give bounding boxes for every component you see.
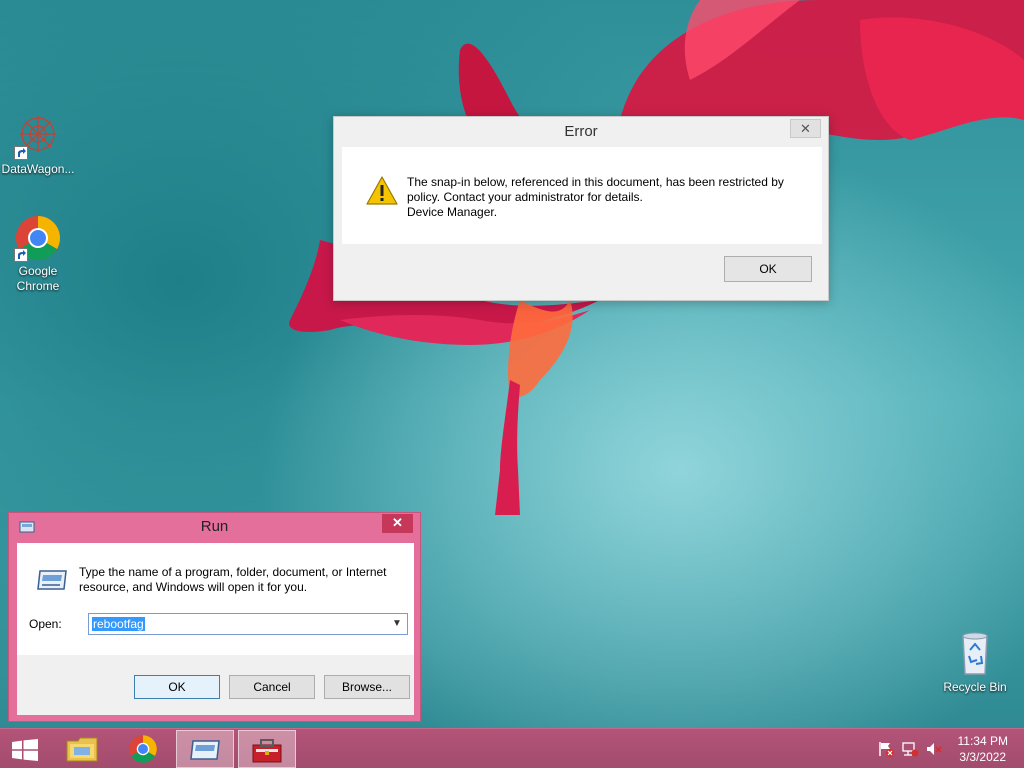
error-close-button[interactable]: ✕ [790, 119, 821, 138]
taskbar: 11:34 PM 3/3/2022 [0, 728, 1024, 768]
error-ok-button[interactable]: OK [724, 256, 812, 282]
run-dialog: Run ✕ Type the name of a program, folder… [8, 512, 421, 722]
open-input-value[interactable]: rebootfag [92, 617, 145, 631]
run-dialog-title: Run [200, 518, 229, 535]
open-label: Open: [29, 617, 62, 631]
file-explorer-icon [66, 735, 98, 766]
run-browse-button[interactable]: Browse... [324, 675, 410, 699]
toolbox-icon [251, 736, 283, 767]
chevron-down-icon[interactable]: ▼ [389, 615, 405, 633]
shortcut-arrow-icon [14, 146, 28, 160]
taskbar-clock[interactable]: 11:34 PM 3/3/2022 [958, 733, 1008, 765]
error-dialog: Error ✕ The snap-in below, referenced in… [333, 116, 829, 301]
action-center-flag-icon[interactable] [877, 740, 895, 758]
chrome-icon [14, 214, 62, 262]
desktop-icon-label: Google Chrome [16, 264, 60, 293]
run-app-icon [19, 521, 35, 536]
run-cancel-button[interactable]: Cancel [229, 675, 315, 699]
open-combobox[interactable]: rebootfag ▼ [88, 613, 408, 635]
error-message-line: Device Manager. [407, 205, 498, 219]
desktop-icon-label: Recycle Bin [943, 680, 1007, 694]
shortcut-arrow-icon [14, 248, 28, 262]
datawagon-icon [14, 112, 62, 160]
run-close-button[interactable]: ✕ [382, 514, 413, 533]
run-icon [189, 739, 221, 764]
error-dialog-title: Error [564, 123, 598, 140]
run-dialog-content [17, 543, 414, 655]
clock-time: 11:34 PM [957, 734, 1008, 748]
error-message-line: The snap-in below, referenced in this do… [407, 175, 784, 189]
desktop-icon-recycle-bin[interactable]: Recycle Bin [937, 630, 1013, 695]
warning-icon [366, 176, 398, 209]
run-description: Type the name of a program, folder, docu… [79, 565, 387, 594]
recycle-bin-icon [951, 630, 999, 678]
run-icon [36, 569, 68, 594]
start-button[interactable] [0, 730, 50, 768]
windows-logo-icon [12, 739, 38, 764]
error-message-line: policy. Contact your administrator for d… [407, 190, 643, 204]
taskbar-toolbox[interactable] [238, 730, 296, 768]
run-dialog-body: Type the name of a program, folder, docu… [17, 543, 414, 715]
desktop-icon-google-chrome[interactable]: Google Chrome [0, 214, 76, 294]
network-icon[interactable] [901, 740, 919, 758]
volume-muted-icon[interactable] [925, 740, 943, 758]
clock-date: 3/3/2022 [959, 750, 1007, 764]
error-message: The snap-in below, referenced in this do… [407, 175, 807, 220]
taskbar-run[interactable] [176, 730, 234, 768]
error-dialog-content: The snap-in below, referenced in this do… [342, 147, 822, 244]
run-ok-button[interactable]: OK [134, 675, 220, 699]
taskbar-google-chrome[interactable] [116, 730, 170, 768]
chrome-icon [128, 734, 158, 767]
system-tray: 11:34 PM 3/3/2022 [864, 729, 1024, 768]
taskbar-file-explorer[interactable] [54, 730, 108, 768]
desktop-icon-label: DataWagon... [1, 162, 75, 176]
desktop-icon-datawagon[interactable]: DataWagon... [0, 112, 76, 177]
